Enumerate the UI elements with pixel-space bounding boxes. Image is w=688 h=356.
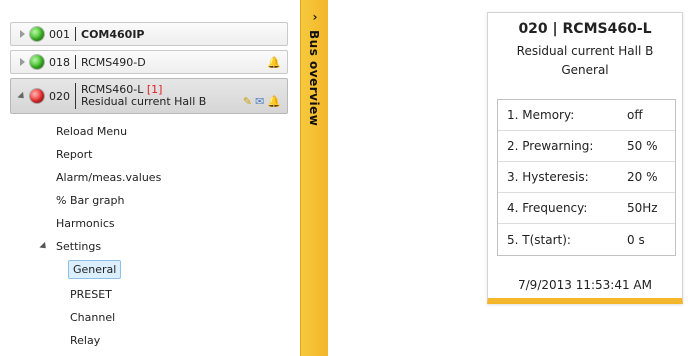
param-label: 3. Hysteresis: bbox=[507, 170, 589, 184]
card-subtitle: Residual current Hall B bbox=[516, 44, 654, 58]
param-value: off bbox=[627, 108, 643, 122]
param-value: 0 s bbox=[627, 232, 645, 247]
param-value: 50Hz bbox=[627, 201, 658, 215]
bus-overview-label: Bus overview bbox=[307, 30, 321, 127]
param-row: 1. Memory: off bbox=[498, 100, 675, 131]
device-icons: ✎ ✉ 🔔 bbox=[243, 89, 281, 113]
menu-harmonics[interactable]: Harmonics bbox=[56, 217, 115, 230]
menu-reload[interactable]: Reload Menu bbox=[56, 125, 127, 138]
param-row: 5. T(start): 0 s bbox=[498, 224, 675, 255]
device-tree-panel: 001 COM460IP 018 RCMS490-D 🔔 020 RCMS460… bbox=[10, 12, 288, 356]
menu-settings-preset[interactable]: PRESET bbox=[70, 288, 112, 301]
card-section: General bbox=[561, 63, 609, 77]
device-name: COM460IP bbox=[81, 27, 145, 41]
separator bbox=[75, 83, 76, 109]
device-icons: 🔔 bbox=[267, 51, 281, 73]
menu-settings-general[interactable]: General bbox=[68, 260, 122, 279]
param-row: 4. Frequency: 50Hz bbox=[498, 193, 675, 224]
collapse-icon[interactable] bbox=[17, 91, 27, 101]
device-row-018[interactable]: 018 RCMS490-D 🔔 bbox=[10, 50, 288, 74]
param-label: 2. Prewarning: bbox=[507, 139, 594, 153]
param-row: 2. Prewarning: 50 % bbox=[498, 131, 675, 162]
param-row: 3. Hysteresis: 20 % bbox=[498, 162, 675, 193]
menu-report[interactable]: Report bbox=[56, 148, 92, 161]
device-name: RCMS490-D bbox=[81, 55, 146, 69]
settings-label: Settings bbox=[56, 240, 102, 253]
param-value: 50 % bbox=[627, 139, 658, 153]
mail-icon[interactable]: ✉ bbox=[255, 96, 264, 107]
menu-bar-graph[interactable]: % Bar graph bbox=[56, 194, 124, 207]
status-ok-icon bbox=[30, 27, 44, 41]
device-detail-card: 020 | RCMS460-L Residual current Hall B … bbox=[487, 12, 683, 304]
parameter-table: 1. Memory: off 2. Prewarning: 50 % 3. Hy… bbox=[497, 99, 676, 256]
separator bbox=[75, 27, 76, 41]
note-icon[interactable]: ✎ bbox=[243, 96, 252, 107]
status-ok-icon bbox=[30, 55, 44, 69]
separator bbox=[75, 55, 76, 69]
menu-settings-channel[interactable]: Channel bbox=[70, 311, 115, 324]
menu-alarm-values[interactable]: Alarm/meas.values bbox=[56, 171, 161, 184]
bell-icon[interactable]: 🔔 bbox=[267, 57, 281, 68]
menu-settings[interactable]: Settings bbox=[39, 240, 102, 253]
collapse-icon[interactable] bbox=[39, 241, 49, 252]
device-address: 001 bbox=[49, 27, 70, 41]
bus-overview-tab[interactable]: › Bus overview bbox=[300, 0, 328, 356]
menu-settings-relay[interactable]: Relay bbox=[70, 334, 100, 347]
card-title: 020 | RCMS460-L bbox=[518, 21, 652, 37]
device-address: 020 bbox=[49, 89, 70, 103]
param-label: 5. T(start): bbox=[507, 232, 571, 247]
device-description: Residual current Hall B bbox=[81, 95, 207, 108]
expand-icon[interactable] bbox=[17, 29, 27, 39]
status-alarm-icon bbox=[30, 89, 44, 103]
param-value: 20 % bbox=[627, 170, 658, 184]
chevron-right-icon[interactable]: › bbox=[301, 10, 329, 24]
bell-icon[interactable]: 🔔 bbox=[267, 96, 281, 107]
device-text: RCMS460-L [1] Residual current Hall B bbox=[81, 84, 206, 108]
device-row-001[interactable]: 001 COM460IP bbox=[10, 22, 288, 46]
timestamp: 7/9/2013 11:53:41 AM bbox=[518, 278, 652, 292]
device-address: 018 bbox=[49, 55, 70, 69]
expand-icon[interactable] bbox=[17, 57, 27, 67]
param-label: 4. Frequency: bbox=[507, 201, 588, 215]
param-label: 1. Memory: bbox=[507, 108, 575, 122]
device-row-020[interactable]: 020 RCMS460-L [1] Residual current Hall … bbox=[10, 78, 288, 114]
